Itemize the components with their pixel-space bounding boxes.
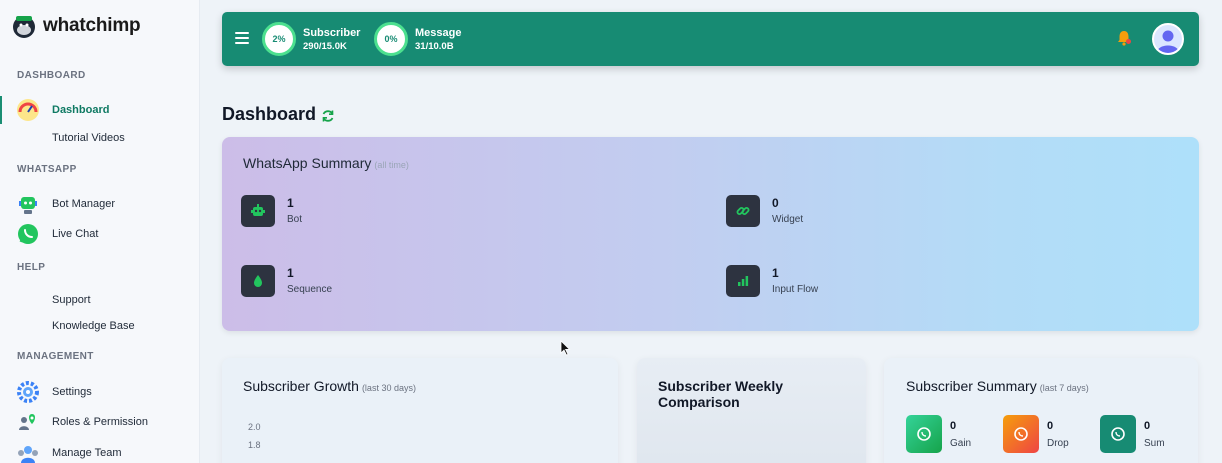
subscriber-stat: 2% Subscriber 290/15.0K [262, 22, 360, 56]
subscriber-growth-title: Subscriber Growth (last 30 days) [243, 378, 416, 394]
app-name: whatchimp [43, 15, 141, 36]
user-avatar-icon [1157, 30, 1179, 53]
chart-icon [726, 265, 760, 297]
team-icon [18, 446, 38, 463]
sidebar-item-roles-permission[interactable]: Roles & Permission [0, 409, 199, 435]
summary-item-bot[interactable]: 1 Bot [241, 195, 541, 231]
sidebar-item-label: Tutorial Videos [52, 132, 125, 144]
drop-icon [241, 265, 275, 297]
bot-label: Bot [287, 214, 303, 225]
subscriber-growth-card: Subscriber Growth (last 30 days) 2.0 1.8 [222, 358, 618, 463]
whatsapp-icon [906, 415, 942, 453]
user-lock-icon [19, 414, 35, 430]
bell-icon[interactable] [1115, 29, 1133, 47]
summary-gain[interactable]: 0 Gain [906, 415, 976, 457]
sequence-label: Sequence [287, 284, 333, 295]
section-whatsapp: WHATSAPP [17, 164, 77, 175]
message-label: Message [415, 26, 462, 39]
sequence-count: 1 [287, 266, 294, 280]
sidebar-item-support[interactable]: Support [0, 287, 199, 313]
drop-label: Drop [1047, 438, 1069, 449]
gain-value: 0 [950, 420, 957, 432]
robot-icon [241, 195, 275, 227]
subscriber-count: 290/15.0K [303, 40, 347, 52]
mouse-cursor-icon [560, 340, 571, 356]
message-percent: 0% [384, 34, 398, 44]
avatar[interactable] [1152, 23, 1184, 55]
sidebar-item-label: Live Chat [52, 228, 99, 240]
summary-item-input-flow[interactable]: 1 Input Flow [726, 265, 1026, 301]
sidebar-item-tutorial-videos[interactable]: Tutorial Videos [0, 125, 199, 151]
sum-label: Sum [1144, 438, 1165, 449]
bot-count: 1 [287, 196, 294, 210]
input-flow-label: Input Flow [772, 284, 819, 295]
bot-icon [19, 197, 37, 214]
hamburger-menu-icon[interactable] [235, 32, 249, 44]
sidebar-item-live-chat[interactable]: Live Chat [0, 221, 199, 247]
whatsapp-icon [18, 224, 38, 244]
gain-label: Gain [950, 438, 972, 449]
link-icon [726, 195, 760, 227]
whatsapp-summary-title: WhatsApp Summary (all time) [243, 155, 409, 171]
section-management: MANAGEMENT [17, 351, 94, 362]
sidebar-item-label: Manage Team [52, 447, 122, 459]
widget-label: Widget [772, 214, 804, 225]
whatsapp-icon [1003, 415, 1039, 453]
sidebar-item-label: Settings [52, 386, 92, 398]
section-help: HELP [17, 262, 46, 273]
weekly-comparison-title: Subscriber Weekly Comparison [658, 378, 784, 410]
summary-sum[interactable]: 0 Sum [1100, 415, 1170, 457]
sidebar-item-settings[interactable]: Settings [0, 379, 199, 405]
refresh-icon[interactable] [321, 109, 335, 123]
whatsapp-summary-card: WhatsApp Summary (all time) 1 Bot 0 Widge… [222, 137, 1199, 331]
sidebar-item-dashboard[interactable]: Dashboard [0, 97, 199, 123]
speedometer-icon [17, 99, 39, 121]
weekly-comparison-card: Subscriber Weekly Comparison [637, 358, 866, 463]
sidebar-item-knowledge-base[interactable]: Knowledge Base [0, 313, 199, 339]
summary-item-widget[interactable]: 0 Widget [726, 195, 1026, 231]
gear-icon [17, 381, 39, 403]
subscriber-label: Subscriber [303, 26, 361, 39]
summary-drop[interactable]: 0 Drop [1003, 415, 1073, 457]
subscriber-progress-ring: 2% [262, 22, 296, 56]
input-flow-count: 1 [772, 266, 779, 280]
widget-count: 0 [772, 196, 779, 210]
sidebar-item-bot-manager[interactable]: Bot Manager [0, 191, 199, 217]
subscriber-growth-subtitle: (last 30 days) [361, 383, 416, 393]
sidebar-item-label: Roles & Permission [52, 416, 148, 428]
logo[interactable]: whatchimp [11, 12, 141, 40]
sidebar-item-label: Dashboard [52, 104, 110, 116]
subscriber-summary-subtitle: (last 7 days) [1039, 383, 1089, 393]
page-title: Dashboard [222, 104, 317, 124]
top-bar: 2% Subscriber 290/15.0K 0% Message 31/10… [222, 12, 1199, 66]
section-dashboard: DASHBOARD [17, 70, 86, 81]
drop-value: 0 [1047, 420, 1054, 432]
chimp-logo-icon [13, 16, 35, 38]
sidebar-item-label: Bot Manager [52, 198, 115, 210]
y-tick-label: 2.0 [248, 422, 261, 432]
message-stat: 0% Message 31/10.0B [374, 22, 461, 56]
sidebar-item-manage-team[interactable]: Manage Team [0, 440, 199, 463]
sidebar-item-label: Knowledge Base [52, 320, 135, 332]
message-progress-ring: 0% [374, 22, 408, 56]
summary-item-sequence[interactable]: 1 Sequence [241, 265, 541, 301]
subscriber-summary-title: Subscriber Summary (last 7 days) [906, 378, 1089, 394]
whatsapp-summary-subtitle: (all time) [374, 160, 409, 170]
sidebar-item-label: Support [52, 294, 91, 306]
sum-value: 0 [1144, 420, 1151, 432]
whatsapp-icon [1100, 415, 1136, 453]
y-tick-label: 1.8 [248, 440, 261, 450]
sidebar: whatchimp DASHBOARD Dashboard Tutorial V… [0, 0, 200, 463]
message-count: 31/10.0B [415, 40, 454, 52]
subscriber-percent: 2% [272, 34, 286, 44]
